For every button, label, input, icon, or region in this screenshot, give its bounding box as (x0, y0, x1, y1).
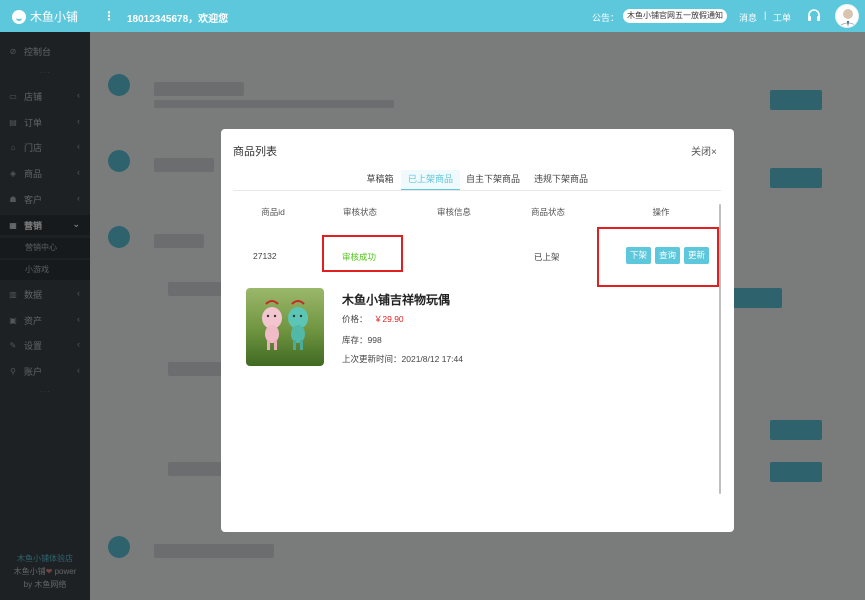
stock-value: 998 (367, 335, 382, 345)
product-list-modal: 商品列表 关闭× 草稿箱 已上架商品 自主下架商品 违规下架商品 商品id 审核… (221, 129, 734, 532)
highlight-box-actions (597, 227, 719, 287)
product-price-line: 价格： ￥29.90 (342, 313, 404, 325)
col-header-id: 商品id (261, 207, 285, 217)
tab-bar: 草稿箱 已上架商品 自主下架商品 违规下架商品 (221, 170, 734, 190)
modal-title: 商品列表 (233, 146, 277, 158)
scrollbar[interactable] (719, 204, 721, 494)
product-image[interactable] (246, 288, 324, 366)
tab-self-delisted[interactable]: 自主下架商品 (463, 170, 523, 190)
product-name: 木鱼小铺吉祥物玩偶 (342, 293, 451, 307)
header-backdrop (0, 0, 865, 32)
col-header-product-status: 商品状态 (530, 207, 565, 217)
highlight-box-audit (322, 235, 403, 272)
col-header-audit-status: 审核状态 (342, 207, 377, 217)
col-header-audit-info: 审核信息 (436, 207, 471, 217)
tab-violation-delisted[interactable]: 违规下架商品 (531, 170, 591, 190)
updated-value: 2021/8/12 17:44 (401, 354, 463, 364)
tab-drafts[interactable]: 草稿箱 (361, 170, 399, 190)
price-value: ￥29.90 (373, 314, 404, 324)
product-updated-line: 上次更新时间：2021/8/12 17:44 (342, 353, 463, 365)
close-button[interactable]: 关闭× (691, 143, 717, 158)
updated-label: 上次更新时间： (342, 354, 402, 364)
tab-listed[interactable]: 已上架商品 (401, 170, 460, 190)
cell-product-id: 27132 (253, 251, 277, 261)
price-label: 价格： (342, 314, 368, 324)
col-header-actions: 操作 (652, 207, 670, 217)
tab-divider (233, 190, 721, 191)
product-stock-line: 库存：998 (342, 334, 382, 346)
cell-product-status: 已上架 (534, 252, 560, 262)
stock-label: 库存： (342, 335, 368, 345)
